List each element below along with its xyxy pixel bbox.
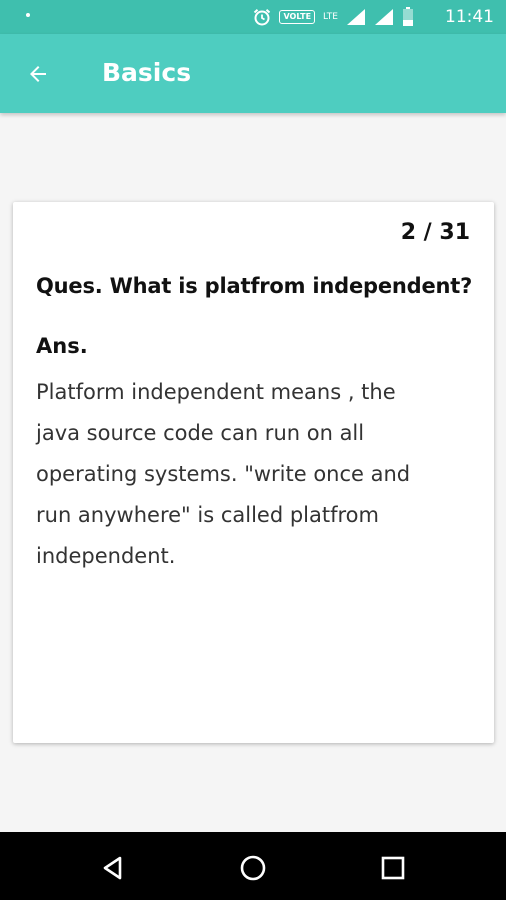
- answer-line: independent.: [36, 544, 176, 568]
- navigation-bar: [0, 832, 506, 900]
- answer-label: Ans.: [36, 334, 88, 358]
- battery-icon: [403, 7, 413, 26]
- notification-dot: [26, 13, 30, 17]
- lte-icon: LTE: [323, 12, 338, 22]
- arrow-back-icon: [30, 66, 46, 82]
- question-card: 2 / 31 Ques. What is platfrom independen…: [13, 202, 494, 743]
- page-title: Basics: [102, 58, 192, 87]
- question-counter: 2 / 31: [400, 220, 470, 245]
- nav-back-button[interactable]: [91, 846, 135, 890]
- status-time: 11:41: [445, 7, 494, 27]
- app-bar: Basics: [0, 34, 506, 113]
- answer-line: java source code can run on all: [36, 421, 365, 445]
- volte-icon: VOLTE: [279, 10, 316, 24]
- answer-line: Platform independent means , the: [36, 380, 396, 404]
- question-text: Ques. What is platfrom independent?: [36, 274, 473, 298]
- nav-recents-button[interactable]: [371, 846, 415, 890]
- answer-text: Platform independent means , the java so…: [36, 372, 456, 577]
- signal-icon: [347, 9, 365, 25]
- home-circle-icon: [240, 855, 266, 881]
- back-button[interactable]: [16, 52, 60, 96]
- answer-line: operating systems. "write once and: [36, 462, 411, 486]
- nav-home-button[interactable]: [231, 846, 275, 890]
- signal-icon: [375, 9, 393, 25]
- alarm-icon: [254, 9, 271, 26]
- status-bar: VOLTE LTE 11:41: [0, 0, 506, 34]
- answer-line: run anywhere" is called platfrom: [36, 503, 379, 527]
- back-triangle-icon: [103, 856, 122, 880]
- status-icons: VOLTE LTE: [253, 6, 414, 28]
- recents-square-icon: [381, 856, 405, 880]
